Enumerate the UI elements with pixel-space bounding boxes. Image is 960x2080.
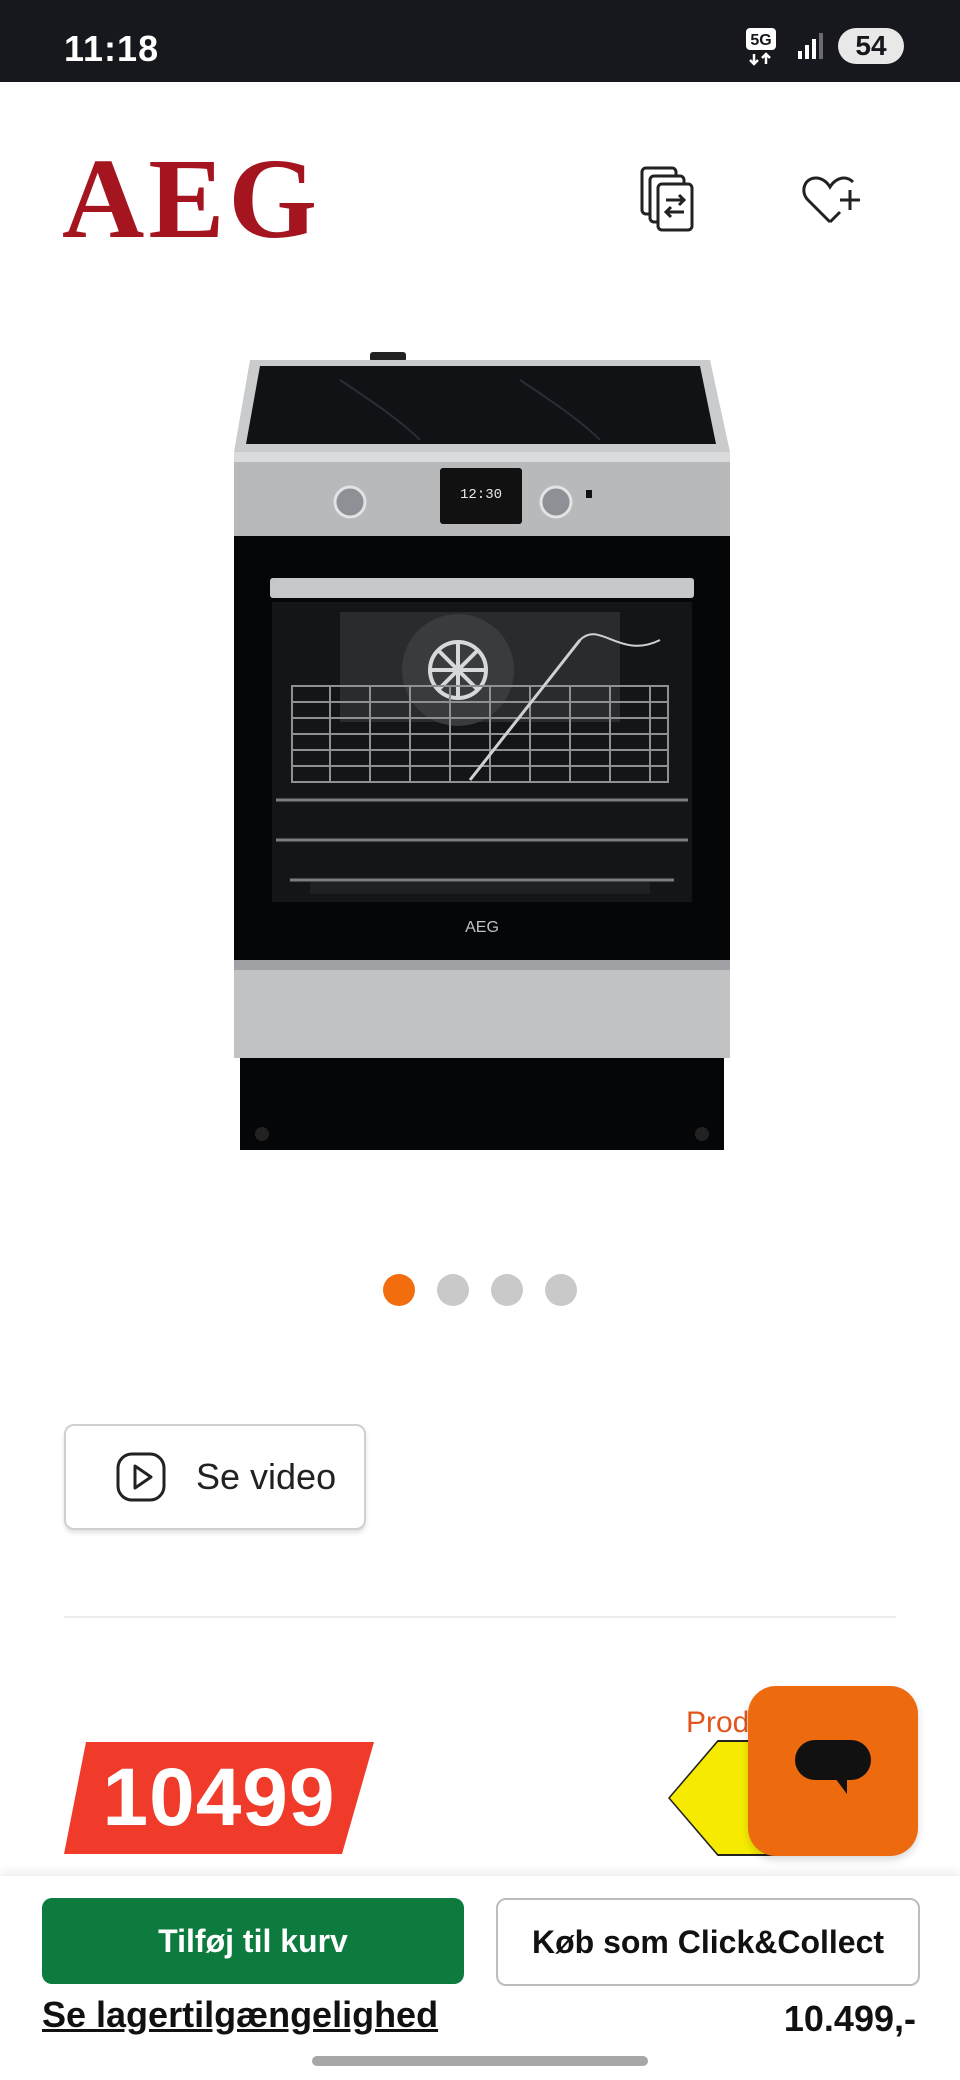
oven-range-product-image: 12:30 AEG (234, 352, 730, 1150)
price-tag: 10499 (64, 1742, 374, 1854)
click-collect-button[interactable]: Køb som Click&Collect (496, 1898, 920, 1986)
add-to-cart-button[interactable]: Tilføj til kurv (42, 1898, 464, 1984)
carousel-dot-4[interactable] (545, 1274, 577, 1306)
status-icons: 5G 54 (744, 26, 904, 66)
bottom-action-bar: Tilføj til kurv Køb som Click&Collect Se… (0, 1876, 960, 2080)
battery-level: 54 (838, 28, 904, 64)
video-button[interactable]: Se video (64, 1424, 366, 1530)
compare-button[interactable] (630, 160, 710, 240)
status-bar: 11:18 5G 54 (0, 0, 960, 82)
network-label: 5G (750, 32, 771, 49)
compare-icon (640, 166, 694, 232)
chat-bubble-icon (795, 1740, 871, 1794)
play-icon (116, 1452, 166, 1502)
brand-logo[interactable]: AEG (62, 142, 321, 256)
wishlist-button[interactable] (792, 160, 872, 240)
oven-display-time: 12:30 (460, 487, 502, 503)
product-image[interactable]: 12:30 AEG (220, 340, 740, 1190)
product-page: 11:18 5G 54 AEG 12:30 AEG Se video 10499… (0, 0, 960, 2080)
carousel-dot-1[interactable] (383, 1274, 415, 1306)
stock-availability-link[interactable]: Se lagertilgængelighed (42, 1994, 438, 2036)
chat-button[interactable] (748, 1686, 918, 1856)
carousel-dot-3[interactable] (491, 1274, 523, 1306)
section-divider (64, 1616, 896, 1618)
network-5g-icon: 5G (744, 26, 784, 66)
status-time: 11:18 (64, 28, 160, 69)
header: AEG (0, 82, 960, 302)
energy-label-title: Prod (686, 1706, 750, 1739)
video-button-label: Se video (196, 1456, 337, 1497)
bottom-price: 10.499,- (783, 1998, 916, 2039)
signal-strength-icon (796, 31, 826, 61)
wishlist-add-icon (802, 176, 860, 224)
oven-brand-label: AEG (465, 919, 499, 936)
carousel-dot-2[interactable] (437, 1274, 469, 1306)
home-indicator[interactable] (312, 2056, 648, 2066)
carousel-dots (0, 1274, 960, 1306)
